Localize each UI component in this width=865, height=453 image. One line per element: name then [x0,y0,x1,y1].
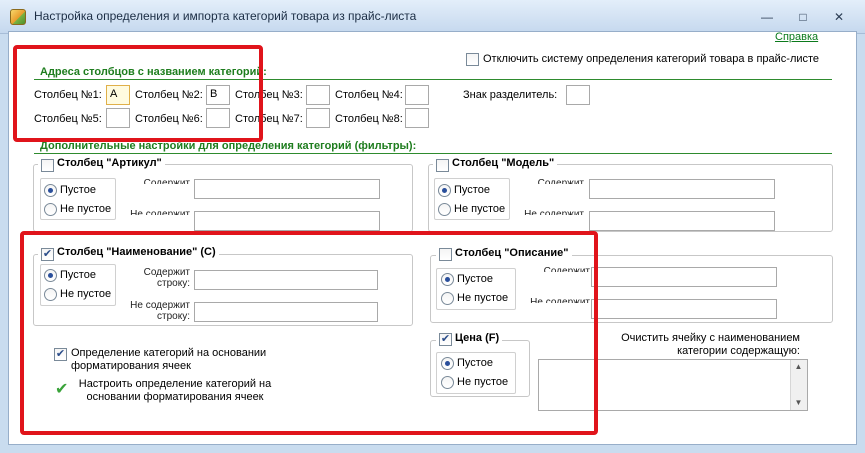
minimize-icon[interactable]: — [754,8,780,26]
model-contains-label: Содержит [537,178,584,184]
close-icon[interactable]: ✕ [826,8,852,26]
model-contains-input[interactable] [589,179,775,199]
article-not-contains-input[interactable] [194,211,380,231]
article-contains-input[interactable] [194,179,380,199]
filters-section-divider [34,153,832,154]
highlight-filters-box [20,231,598,435]
scroll-up-icon[interactable]: ▲ [790,362,807,371]
description-not-contains-input[interactable] [591,299,777,319]
model-radio-empty-label: Пустое [454,184,490,196]
help-link[interactable]: Справка [775,31,818,43]
disable-system-label: Отключить систему определения категорий … [483,53,820,65]
model-radio-empty[interactable] [438,184,451,197]
column-4-label: Столбец №4: [335,89,403,101]
article-group-title: Столбец "Артикул" [38,157,165,169]
disable-system-checkbox[interactable] [466,53,479,66]
column-4-input[interactable] [405,85,429,105]
separator-input[interactable] [566,85,590,105]
model-radio-not-empty-label: Не пустое [454,203,506,215]
article-radio-empty[interactable] [44,184,57,197]
article-radio-empty-label: Пустое [60,184,96,196]
description-contains-input[interactable] [591,267,777,287]
separator-label: Знак разделитель: [463,89,558,101]
maximize-icon[interactable]: □ [790,8,816,26]
article-checkbox[interactable] [41,159,54,172]
highlight-columns-box [13,45,263,142]
model-not-contains-input[interactable] [589,211,775,231]
article-radio-not-empty[interactable] [44,203,57,216]
model-group-title: Столбец "Модель" [433,157,558,169]
model-not-contains-label: Не содержит [524,209,584,215]
column-8-label: Столбец №8: [335,113,403,125]
column-3-input[interactable] [306,85,330,105]
app-icon [10,9,26,25]
column-8-input[interactable] [405,108,429,128]
scroll-down-icon[interactable]: ▼ [790,398,807,407]
window-title: Настройка определения и импорта категори… [34,9,417,23]
article-radio-not-empty-label: Не пустое [60,203,112,215]
article-contains-label: Содержит [143,178,190,184]
model-radio-not-empty[interactable] [438,203,451,216]
model-checkbox[interactable] [436,159,449,172]
column-7-input[interactable] [306,108,330,128]
article-not-contains-label: Не содержит [130,209,190,215]
